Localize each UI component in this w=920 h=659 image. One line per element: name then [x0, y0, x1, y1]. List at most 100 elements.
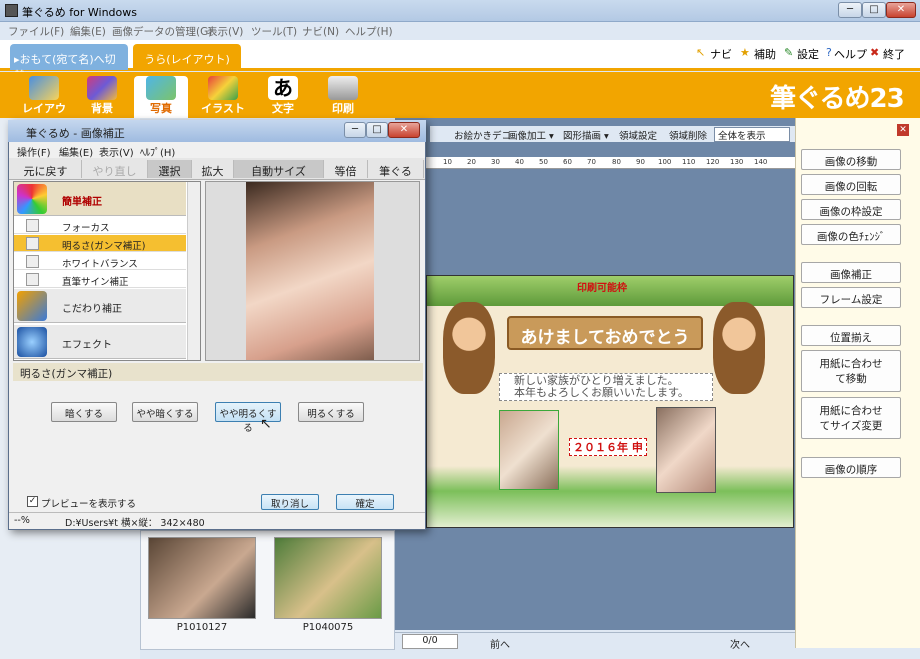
app-icon: [5, 4, 18, 17]
text-icon: あ: [268, 76, 298, 100]
menu-navi[interactable]: ナビ(N): [302, 24, 339, 39]
fit-paper-resize-button[interactable]: 用紙に合わせてサイズ変更: [801, 397, 901, 439]
illust-icon: [208, 76, 238, 100]
zoom-tool-button[interactable]: 拡大: [192, 160, 234, 178]
darker-button[interactable]: 暗くする: [51, 402, 117, 422]
effect-icon: [17, 327, 47, 357]
preview-checkbox[interactable]: ✓: [27, 496, 38, 507]
slightly-darker-button[interactable]: やや暗くする: [132, 402, 198, 422]
horizontal-ruler: 10 20 30 40 50 60 70 80 90 100 110 120 1…: [425, 157, 795, 169]
shape-draw-button[interactable]: 図形描画 ▾: [563, 128, 609, 142]
close-button[interactable]: ✕: [886, 2, 916, 18]
sub-signature[interactable]: 直筆サイン補正: [14, 271, 186, 288]
mode-background[interactable]: 背景: [75, 76, 129, 118]
next-button[interactable]: 次へ: [730, 636, 750, 651]
category-easy[interactable]: 簡単補正: [14, 182, 186, 216]
mode-photo[interactable]: 写真: [134, 76, 188, 118]
frame-setting-button[interactable]: フレーム設定: [801, 287, 901, 308]
image-rotate-button[interactable]: 画像の回転: [801, 174, 901, 195]
view-select[interactable]: 全体を表示: [714, 127, 790, 142]
image-process-button[interactable]: 画像加工 ▾: [508, 128, 554, 142]
sub-focus[interactable]: フォーカス: [14, 217, 186, 234]
actual-size-button[interactable]: 等倍: [324, 160, 368, 178]
exit-icon: ✖: [870, 46, 880, 59]
dialog-maximize-button[interactable]: □: [366, 122, 388, 138]
prev-button[interactable]: 前へ: [490, 636, 510, 651]
cancel-button[interactable]: 取り消し: [261, 494, 319, 510]
main-title-bar: 筆ぐるめ for Windows ─ □ ✕: [0, 0, 920, 22]
image-move-button[interactable]: 画像の移動: [801, 149, 901, 170]
focus-icon: [26, 219, 39, 232]
help-link[interactable]: ヘルプ: [834, 46, 867, 62]
category-scrollbar[interactable]: [187, 182, 200, 360]
mode-text-label: 文字: [272, 102, 294, 115]
postcard-canvas[interactable]: 印刷可能枠 あけましておめでとう 新しい家族がひとり増えました。 本年もよろしく…: [426, 275, 794, 528]
menu-edit[interactable]: 編集(E): [70, 24, 106, 39]
mode-background-label: 背景: [91, 102, 113, 115]
dialog-menu-view[interactable]: 表示(V): [99, 144, 134, 159]
sub-white-balance[interactable]: ホワイトバランス: [14, 253, 186, 270]
menu-help[interactable]: ヘルプ(H): [345, 24, 393, 39]
message-text-box[interactable]: 新しい家族がひとり増えました。 本年もよろしくお願いいたします。: [499, 373, 713, 401]
dialog-status-bar: --% D:¥Users¥t 横×縦： 342×480: [9, 512, 425, 529]
image-frame-button[interactable]: 画像の枠設定: [801, 199, 901, 220]
navi-icon: ↖: [696, 46, 706, 59]
tab-omote[interactable]: ▸おもて(宛て名)へ切替: [10, 44, 128, 82]
sub-signature-label: 直筆サイン補正: [62, 277, 129, 288]
ruler-tick: 50: [539, 158, 548, 166]
image-order-button[interactable]: 画像の順序: [801, 457, 901, 478]
mode-layout[interactable]: レイアウト: [17, 76, 71, 131]
category-kodawari[interactable]: こだわり補正: [14, 289, 186, 323]
navi-link[interactable]: ナビ: [710, 46, 732, 62]
maximize-button[interactable]: □: [862, 2, 886, 18]
dialog-minimize-button[interactable]: ─: [344, 122, 366, 138]
redo-button[interactable]: やり直し: [82, 160, 148, 178]
exit-link[interactable]: 終了: [883, 46, 905, 62]
printer-icon: [328, 76, 358, 100]
category-effect[interactable]: エフェクト: [14, 325, 186, 359]
baby-photo-left[interactable]: [499, 410, 559, 490]
align-button[interactable]: 位置揃え: [801, 325, 901, 346]
panel-close-icon[interactable]: ✕: [897, 124, 909, 136]
undo-button[interactable]: 元に戻す: [10, 160, 82, 178]
mode-text[interactable]: あ 文字: [256, 76, 310, 118]
mode-illust[interactable]: イラスト: [196, 76, 250, 118]
image-correction-button[interactable]: 画像補正: [801, 262, 901, 283]
ruler-tick: 90: [636, 158, 645, 166]
minimize-button[interactable]: ─: [838, 2, 862, 18]
image-preview[interactable]: [205, 181, 420, 361]
color-wheel-icon: [17, 184, 47, 214]
fit-paper-move-button[interactable]: 用紙に合わせて移動: [801, 350, 901, 392]
settings-link[interactable]: 設定: [797, 46, 819, 62]
brighter-button[interactable]: 明るくする: [298, 402, 364, 422]
menu-image-data[interactable]: 画像データの管理(G): [112, 24, 212, 39]
signature-icon: [26, 273, 39, 286]
monkey-left-illustration: [443, 302, 495, 394]
area-set-button[interactable]: 領域設定: [619, 128, 657, 142]
dialog-menu-operate[interactable]: 操作(F): [17, 144, 51, 159]
menu-tools[interactable]: ツール(T): [251, 24, 297, 39]
image-color-button[interactable]: 画像の色ﾁｪﾝｼﾞ: [801, 224, 901, 245]
thumbnail-photo-2[interactable]: [274, 537, 382, 619]
auto-size-button[interactable]: 自動サイズ: [234, 160, 324, 178]
thumbnail-photo-1[interactable]: [148, 537, 256, 619]
thumbnail-caption-2: P1040075: [302, 622, 354, 633]
deco-button[interactable]: お絵かきデコ: [454, 128, 511, 142]
dialog-menu-edit[interactable]: 編集(E): [59, 144, 93, 159]
baby-photo-right-selected[interactable]: [656, 407, 716, 493]
ruler-tick: 10: [443, 158, 452, 166]
menu-file[interactable]: ファイル(F): [8, 24, 64, 39]
menu-view[interactable]: 表示(V): [207, 24, 243, 39]
ok-button[interactable]: 確定: [336, 494, 394, 510]
fudegurume-button[interactable]: 筆ぐる: [368, 160, 424, 178]
hojo-link[interactable]: 補助: [754, 46, 776, 62]
mode-print-label: 印刷: [332, 102, 354, 115]
select-tool-button[interactable]: 選択: [148, 160, 192, 178]
mode-print[interactable]: 印刷: [316, 76, 370, 118]
sub-brightness[interactable]: 明るさ(ガンマ補正): [14, 235, 186, 252]
area-delete-button[interactable]: 領域削除: [669, 128, 707, 142]
dialog-close-button[interactable]: ✕: [388, 122, 420, 138]
dialog-title: 筆ぐるめ - 画像補正: [26, 127, 125, 140]
dialog-menu-help[interactable]: ﾍﾙﾌﾟ(H): [140, 144, 175, 159]
tab-ura[interactable]: うら(レイアウト): [133, 44, 241, 71]
